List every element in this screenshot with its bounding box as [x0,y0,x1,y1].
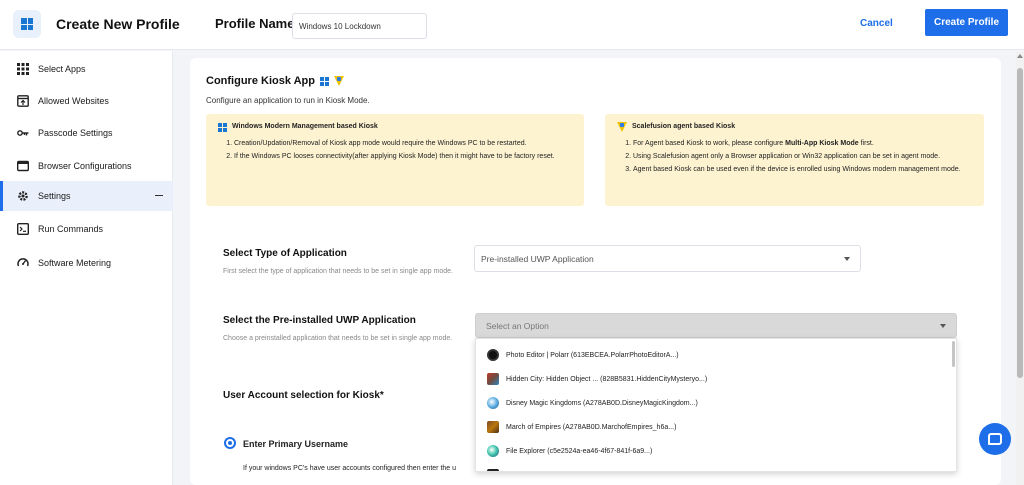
uwp-app-select[interactable]: Select an Option [475,313,957,338]
chevron-down-icon [844,257,850,261]
info-point: If the Windows PC looses connectivity(af… [234,152,572,163]
dropdown-option[interactable]: Photo Editor | Polarr (613EBCEA.PolarrPh… [476,343,954,367]
scalefusion-icon [617,122,627,133]
sidebar-item-run-commands[interactable]: Run Commands [0,214,173,244]
march-of-empires-app-icon [487,421,499,433]
web-icon [17,95,29,107]
primary-username-label: Enter Primary Username [243,439,349,449]
sidebar-item-label: Allowed Websites [38,96,109,106]
info-point: Agent based Kiosk can be used even if th… [633,165,972,176]
info-point: Using Scalefusion agent only a Browser a… [633,152,972,163]
browser-icon [16,160,30,172]
app-type-title: Select Type of Application [223,248,347,259]
sidebar-item-label: Run Commands [38,224,104,234]
file-explorer-app-icon [487,445,499,457]
info-box-title-text: Scalefusion agent based Kiosk [632,123,736,130]
sidebar-item-label: Browser Configurations [38,161,132,171]
section-subtitle: Configure an application to run in Kiosk… [206,96,370,105]
section-title-text: Configure Kiosk App [206,75,315,87]
create-profile-button[interactable]: Create Profile [925,9,1008,36]
option-label: Disney Magic Kingdoms (A278AB0D.DisneyMa… [506,399,698,407]
terminal-icon [16,222,30,236]
sidebar-item-browser-configurations[interactable]: Browser Configurations [0,151,173,181]
grid-icon [17,63,29,75]
chevron-down-icon [940,324,946,328]
info-text: For Agent based Kiosk to work, please co… [633,139,786,147]
dropdown-option[interactable]: Hidden City: Hidden Object ... (828B5831… [476,367,954,391]
app-type-desc: First select the type of application tha… [223,268,453,275]
section-title: Configure Kiosk App [206,75,344,87]
top-header: Create New Profile Profile Name Cancel C… [0,0,1024,50]
profile-name-label: Profile Name [215,16,295,31]
gear-icon [17,190,29,202]
sidebar: Select Apps Allowed Websites Passcode Se… [0,51,173,485]
page-scrollbar-thumb[interactable] [1017,68,1023,378]
uwp-app-placeholder: Select an Option [486,320,549,331]
key-icon [17,127,29,139]
sidebar-item-label: Passcode Settings [38,128,113,138]
app-type-select[interactable]: Pre-installed UWP Application [474,245,861,272]
sidebar-item-passcode-settings[interactable]: Passcode Settings [0,118,173,148]
info-point: Creation/Updation/Removal of Kiosk app m… [234,139,572,150]
info-list: For Agent based Kiosk to work, please co… [617,139,972,176]
hidden-city-app-icon [487,373,499,385]
uwp-app-dropdown-list: Photo Editor | Polarr (613EBCEA.PolarrPh… [475,338,957,472]
info-list: Creation/Updation/Removal of Kiosk app m… [218,139,572,163]
dropdown-option[interactable] [476,463,954,471]
primary-username-radio[interactable] [224,437,236,449]
info-box-title: Windows Modern Management based Kiosk [218,122,572,133]
scalefusion-icon [333,76,344,86]
profile-name-input[interactable] [292,13,427,39]
option-label: Photo Editor | Polarr (613EBCEA.PolarrPh… [506,351,679,359]
app-type-selected-value: Pre-installed UWP Application [481,253,594,264]
dropdown-option[interactable]: Disney Magic Kingdoms (A278AB0D.DisneyMa… [476,391,954,415]
sidebar-item-label: Settings [38,191,71,201]
sidebar-item-software-metering[interactable]: Software Metering [0,248,173,278]
page-title: Create New Profile [56,16,180,32]
option-label: March of Empires (A278AB0D.MarchofEmpire… [506,423,677,431]
option-label: Hidden City: Hidden Object ... (828B5831… [506,375,708,383]
account-selection-title: User Account selection for Kiosk* [223,390,384,401]
sidebar-item-label: Software Metering [38,258,112,268]
windows-logo-icon [13,10,41,38]
option-label: File Explorer (c5e2524a-ea46-4f67-841f-6… [506,447,653,455]
chat-support-button[interactable] [979,423,1011,455]
info-text: first. [858,139,874,147]
info-point: For Agent based Kiosk to work, please co… [633,139,972,150]
app-icon [487,469,499,471]
uwp-app-desc: Choose a preinstalled application that n… [223,335,453,342]
uwp-app-title: Select the Pre-installed UWP Application [223,315,416,326]
dropdown-option[interactable]: March of Empires (A278AB0D.MarchofEmpire… [476,415,954,439]
cancel-button[interactable]: Cancel [860,14,893,32]
info-box-title-text: Windows Modern Management based Kiosk [232,123,378,130]
info-box-agent-kiosk: Scalefusion agent based Kiosk For Agent … [605,114,984,206]
sidebar-item-allowed-websites[interactable]: Allowed Websites [0,86,173,116]
dropdown-scrollbar[interactable] [952,341,955,367]
collapse-icon[interactable] [155,195,163,196]
chat-icon [988,433,1002,445]
disney-app-icon [487,397,499,409]
scroll-up-icon[interactable] [1017,54,1023,58]
multi-app-kiosk-link[interactable]: Multi-App Kiosk Mode [785,140,859,147]
info-box-windows-management: Windows Modern Management based Kiosk Cr… [206,114,584,206]
sidebar-item-settings[interactable]: Settings [0,181,173,211]
primary-username-desc: If your windows PC's have user accounts … [243,465,457,472]
sidebar-item-label: Select Apps [38,64,86,74]
dropdown-option[interactable]: File Explorer (c5e2524a-ea46-4f67-841f-6… [476,439,954,463]
windows-icon [319,76,329,86]
windows-icon [218,122,227,132]
polarr-app-icon [487,349,499,361]
gauge-icon [17,257,29,269]
sidebar-item-select-apps[interactable]: Select Apps [0,54,173,84]
info-box-title: Scalefusion agent based Kiosk [617,122,972,133]
